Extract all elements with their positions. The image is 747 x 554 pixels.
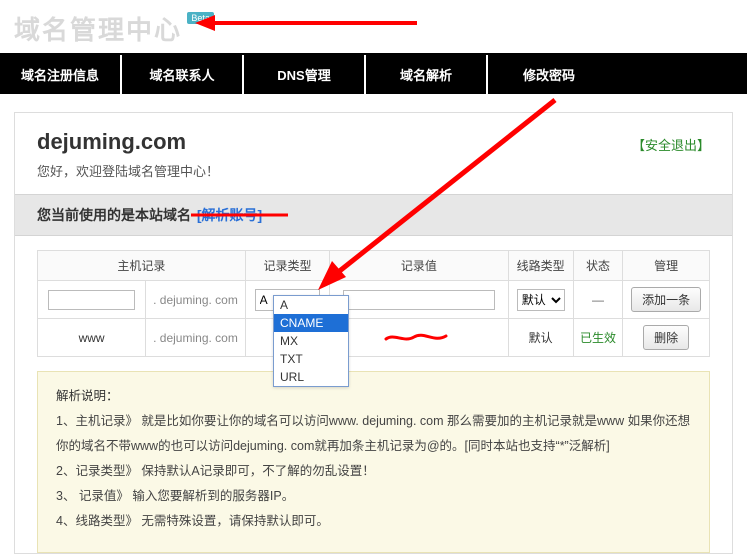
nav-domain-contact[interactable]: 域名联系人 [122,55,244,94]
th-line: 线路类型 [508,251,573,281]
nav-domain-reg-info[interactable]: 域名注册信息 [0,55,122,94]
help-title: 解析说明： [56,384,691,409]
record-type-dropdown[interactable]: A CNAME MX TXT URL [273,295,349,387]
help-line: 1、主机记录》 就是比如你要让你的域名可以访问www. dejuming. co… [56,409,691,459]
current-domain-notice: 您当前使用的是本站域名 [解析账号] [15,194,732,236]
status-placeholder: — [592,293,604,307]
records-table-wrap: 主机记录 记录类型 记录值 线路类型 状态 管理 . dejuming. com… [15,236,732,357]
th-host: 主机记录 [38,251,246,281]
record-row: www . dejuming. com A 默认 已生效 删除 [38,319,710,357]
brand-title: 域名管理中心 [14,10,182,47]
record-value-input[interactable] [343,290,495,310]
notice-account: [解析账号] [195,205,264,225]
type-option-txt[interactable]: TXT [274,350,348,368]
cell-line: 默认 [508,319,573,357]
host-input[interactable] [48,290,136,310]
help-box: 解析说明： 1、主机记录》 就是比如你要让你的域名可以访问www. dejumi… [37,371,710,553]
logout-link[interactable]: 【安全退出】 [632,135,710,154]
domain-suffix: . dejuming. com [146,319,246,357]
line-type-select[interactable]: 默认 [517,289,565,311]
th-status: 状态 [573,251,623,281]
nav-change-password[interactable]: 修改密码 [488,55,610,94]
domain-suffix: . dejuming. com [146,281,246,319]
cell-value [330,319,509,357]
help-line: 2、记录类型》 保持默认A记录即可，不了解的勿乱设置！ [56,459,691,484]
th-action: 管理 [623,251,710,281]
help-line: 4、线路类型》 无需特殊设置，请保持默认即可。 [56,509,691,534]
th-type: 记录类型 [245,251,329,281]
type-option-url[interactable]: URL [274,368,348,386]
status-active: 已生效 [580,331,616,345]
notice-prefix: 您当前使用的是本站域名 [37,207,191,223]
welcome-text: 您好，欢迎登陆域名管理中心！ [37,161,710,180]
dns-records-table: 主机记录 记录类型 记录值 线路类型 状态 管理 . dejuming. com… [37,250,710,357]
delete-record-button[interactable]: 删除 [643,325,689,350]
new-record-row: . dejuming. com A 默认 — 添加一条 [38,281,710,319]
cell-host: www [38,319,146,357]
help-line: 3、 记录值》 输入您要解析到的服务器IP。 [56,484,691,509]
table-header-row: 主机记录 记录类型 记录值 线路类型 状态 管理 [38,251,710,281]
domain-name: dejuming.com [37,129,710,155]
beta-badge: Beta [187,12,214,24]
domain-header: dejuming.com 您好，欢迎登陆域名管理中心！ 【安全退出】 [15,113,732,194]
content-panel: dejuming.com 您好，欢迎登陆域名管理中心！ 【安全退出】 您当前使用… [14,112,733,554]
type-option-mx[interactable]: MX [274,332,348,350]
nav-dns-manage[interactable]: DNS管理 [244,55,366,94]
add-record-button[interactable]: 添加一条 [631,287,701,312]
red-scribble-annotation [384,331,454,345]
type-option-a[interactable]: A [274,296,348,314]
type-option-cname[interactable]: CNAME [274,314,348,332]
red-strike-annotation [191,214,288,217]
main-nav: 域名注册信息 域名联系人 DNS管理 域名解析 修改密码 [0,53,747,94]
nav-domain-resolve[interactable]: 域名解析 [366,55,488,94]
brand-bar: 域名管理中心 Beta [0,0,747,53]
th-value: 记录值 [330,251,509,281]
